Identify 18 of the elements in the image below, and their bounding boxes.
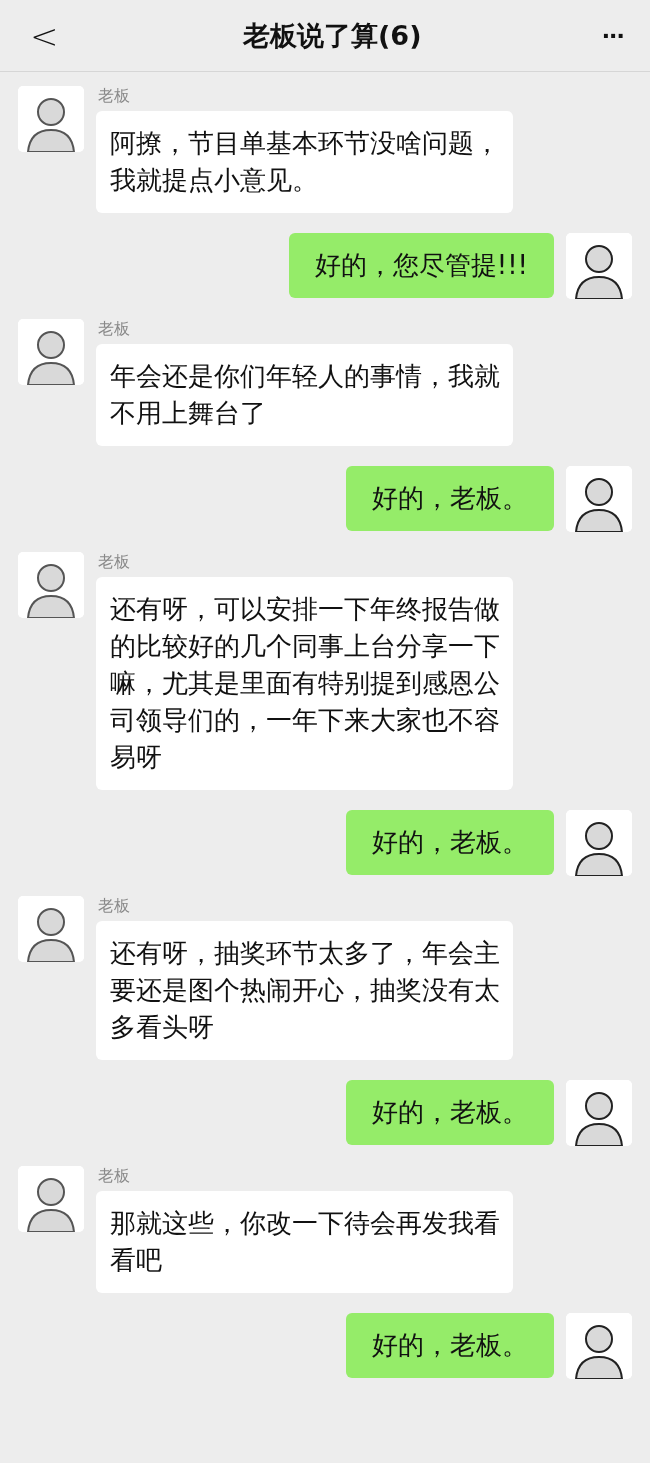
- sender-name: 老板: [97, 552, 131, 573]
- message-bubble: 好的，您尽管提!!!: [288, 233, 554, 298]
- more-button[interactable]: ···: [598, 19, 628, 52]
- message-bubble: 好的，老板。: [346, 1080, 554, 1145]
- message-bubble: 好的，老板。: [346, 810, 554, 875]
- sender-name: 老板: [97, 319, 131, 340]
- message-bubble: 还有呀，抽奖环节太多了，年会主要还是图个热闹开心，抽奖没有太多看头呀: [96, 921, 513, 1060]
- message-bubble: 年会还是你们年轻人的事情，我就不用上舞台了: [96, 344, 513, 446]
- back-button[interactable]: <: [22, 15, 67, 56]
- message-bubble: 好的，老板。: [346, 1313, 554, 1378]
- message-bubble: 阿撩，节目单基本环节没啥问题，我就提点小意见。: [96, 111, 513, 213]
- message-bubble: 还有呀，可以安排一下年终报告做的比较好的几个同事上台分享一下嘛，尤其是里面有特别提到感恩公司领导们的，一年下来大家也不容易呀: [96, 577, 513, 790]
- sender-name: 老板: [97, 896, 131, 917]
- sender-name: 老板: [97, 86, 131, 107]
- sender-name: 老板: [97, 1166, 131, 1187]
- message-bubble: 那就这些，你改一下待会再发我看看吧: [96, 1191, 513, 1293]
- message-bubble: 好的，老板。: [346, 466, 554, 531]
- chat-title: 老板说了算(6): [243, 18, 422, 53]
